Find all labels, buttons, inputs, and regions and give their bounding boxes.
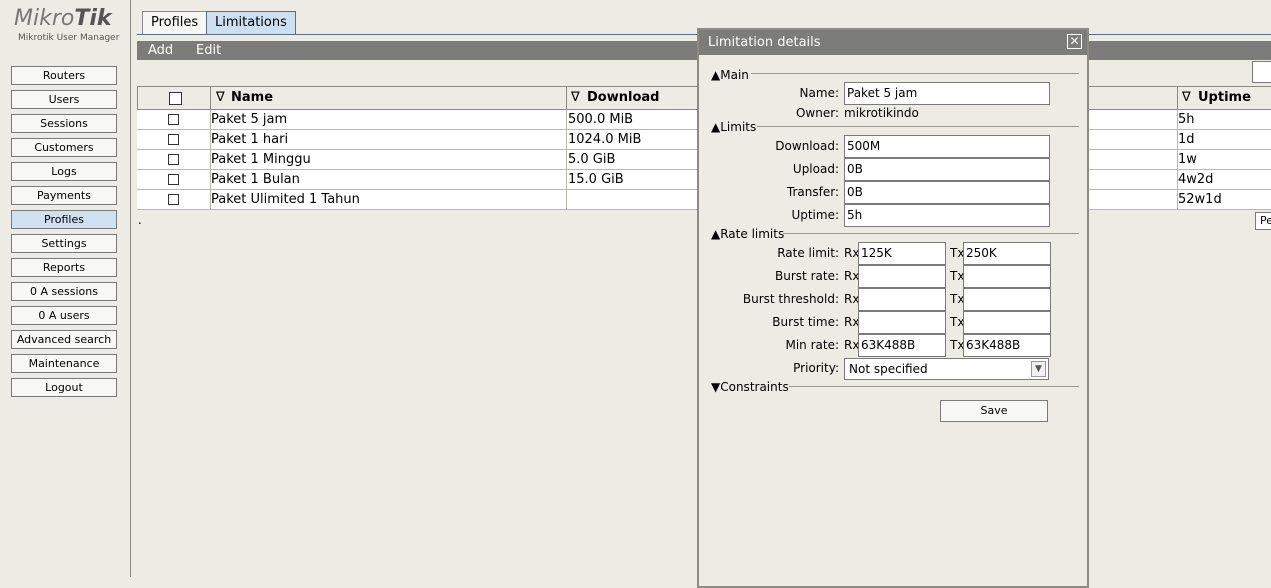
app-subtitle: Mikrotik User Manager (18, 33, 120, 43)
chevron-down-icon[interactable]: ▼ (1031, 361, 1046, 377)
sidebar-item-settings[interactable]: Settings (11, 234, 117, 253)
rate-limit-label: Rate limit: (777, 246, 839, 260)
row-checkbox[interactable] (168, 174, 179, 185)
row-name: Paket 1 Minggu (211, 152, 311, 167)
burst-threshold-tx-field[interactable] (963, 288, 1051, 311)
per-page-button[interactable]: Pe (1255, 212, 1271, 230)
sidebar-item-active-users[interactable]: 0 A users (11, 306, 117, 325)
sort-icon: ∇ (1182, 90, 1191, 105)
tab-limitations[interactable]: Limitations (206, 11, 296, 35)
dialog-title: Limitation details (699, 30, 1087, 55)
collapse-up-icon: ▲ (711, 227, 721, 241)
burst-time-tx-field[interactable] (963, 311, 1051, 334)
row-uptime: 5h (1178, 112, 1195, 127)
sidebar-item-active-sessions[interactable]: 0 A sessions (11, 282, 117, 301)
upload-field[interactable]: 0B (844, 158, 1050, 181)
table-footer: . (138, 213, 142, 227)
expand-down-icon: ▼ (711, 380, 721, 394)
column-header-uptime[interactable]: ∇ Uptime (1177, 86, 1271, 110)
min-rate-rx-field[interactable]: 63K488B (858, 334, 946, 357)
sidebar-item-payments[interactable]: Payments (11, 186, 117, 205)
upload-label: Upload: (792, 162, 839, 176)
row-uptime: 4w2d (1178, 172, 1214, 187)
row-download: 1024.0 MiB (568, 132, 642, 147)
row-download: 500.0 MiB (568, 112, 634, 127)
priority-label: Priority: (793, 361, 839, 375)
transfer-label: Transfer: (786, 185, 839, 199)
row-uptime: 52w1d (1178, 192, 1222, 207)
column-header-hidden (1088, 86, 1178, 110)
sidebar-item-maintenance[interactable]: Maintenance (11, 354, 117, 373)
save-button[interactable]: Save (940, 400, 1048, 422)
name-label: Name: (799, 86, 839, 100)
select-all-header (137, 86, 211, 110)
rate-limit-rx-field[interactable]: 125K (858, 242, 946, 265)
rate-limit-tx-field[interactable]: 250K (963, 242, 1051, 265)
row-checkbox[interactable] (168, 134, 179, 145)
transfer-field[interactable]: 0B (844, 181, 1050, 204)
section-limits-toggle[interactable]: ▲Limits (711, 120, 756, 134)
sidebar-item-logs[interactable]: Logs (11, 162, 117, 181)
section-rate-limits-toggle[interactable]: ▲Rate limits (711, 227, 784, 241)
column-header-name[interactable]: ∇ Name (210, 86, 567, 110)
sidebar-item-routers[interactable]: Routers (11, 66, 117, 85)
tab-profiles[interactable]: Profiles (142, 11, 208, 35)
burst-threshold-label: Burst threshold: (742, 292, 839, 306)
row-name: Paket 1 hari (211, 132, 289, 147)
burst-rate-tx-field[interactable] (963, 265, 1051, 288)
min-rate-tx-field[interactable]: 63K488B (963, 334, 1051, 357)
section-main-toggle[interactable]: ▲Main (711, 68, 749, 82)
row-checkbox[interactable] (168, 194, 179, 205)
sidebar: MikroTik Mikrotik User Manager Routers U… (0, 0, 131, 577)
owner-value: mikrotikindo (844, 106, 919, 120)
burst-time-label: Burst time: (772, 315, 839, 329)
priority-select[interactable]: Not specified ▼ (844, 358, 1049, 380)
collapse-up-icon: ▲ (711, 68, 721, 82)
add-button[interactable]: Add (148, 41, 173, 60)
burst-threshold-rx-field[interactable] (858, 288, 946, 311)
row-name: Paket 5 jam (211, 112, 288, 127)
limitation-details-dialog: Limitation details ✕ ▲Main Name: Paket 5… (697, 28, 1089, 588)
row-download: 5.0 GiB (568, 152, 616, 167)
collapse-up-icon: ▲ (711, 120, 721, 134)
close-icon[interactable]: ✕ (1067, 34, 1082, 49)
min-rate-label: Min rate: (785, 338, 839, 352)
edit-button[interactable]: Edit (196, 41, 221, 60)
sort-icon: ∇ (216, 90, 225, 105)
burst-rate-rx-field[interactable] (858, 265, 946, 288)
sort-icon: ∇ (571, 90, 580, 105)
column-header-download[interactable]: ∇ Download (566, 86, 700, 110)
sidebar-item-customers[interactable]: Customers (11, 138, 117, 157)
mikrotik-logo: MikroTik (14, 6, 112, 31)
name-field[interactable]: Paket 5 jam (844, 82, 1050, 105)
row-name: Paket 1 Bulan (211, 172, 300, 187)
row-name: Paket Ulimited 1 Tahun (211, 192, 360, 207)
uptime-label: Uptime: (791, 208, 839, 222)
burst-rate-label: Burst rate: (775, 269, 839, 283)
burst-time-rx-field[interactable] (858, 311, 946, 334)
uptime-field[interactable]: 5h (844, 204, 1050, 227)
owner-label: Owner: (795, 106, 839, 120)
sidebar-item-sessions[interactable]: Sessions (11, 114, 117, 133)
section-constraints-toggle[interactable]: ▼Constraints (711, 380, 789, 394)
row-checkbox[interactable] (168, 114, 179, 125)
search-input[interactable] (1252, 61, 1271, 83)
sidebar-item-users[interactable]: Users (11, 90, 117, 109)
row-uptime: 1w (1178, 152, 1197, 167)
sidebar-item-advanced-search[interactable]: Advanced search (11, 330, 117, 349)
row-uptime: 1d (1178, 132, 1195, 147)
row-checkbox[interactable] (168, 154, 179, 165)
download-label: Download: (775, 139, 839, 153)
sidebar-item-profiles[interactable]: Profiles (11, 210, 117, 229)
sidebar-item-logout[interactable]: Logout (11, 378, 117, 397)
sidebar-item-reports[interactable]: Reports (11, 258, 117, 277)
select-all-checkbox[interactable] (169, 92, 182, 105)
row-download: 15.0 GiB (568, 172, 624, 187)
download-field[interactable]: 500M (844, 135, 1050, 158)
